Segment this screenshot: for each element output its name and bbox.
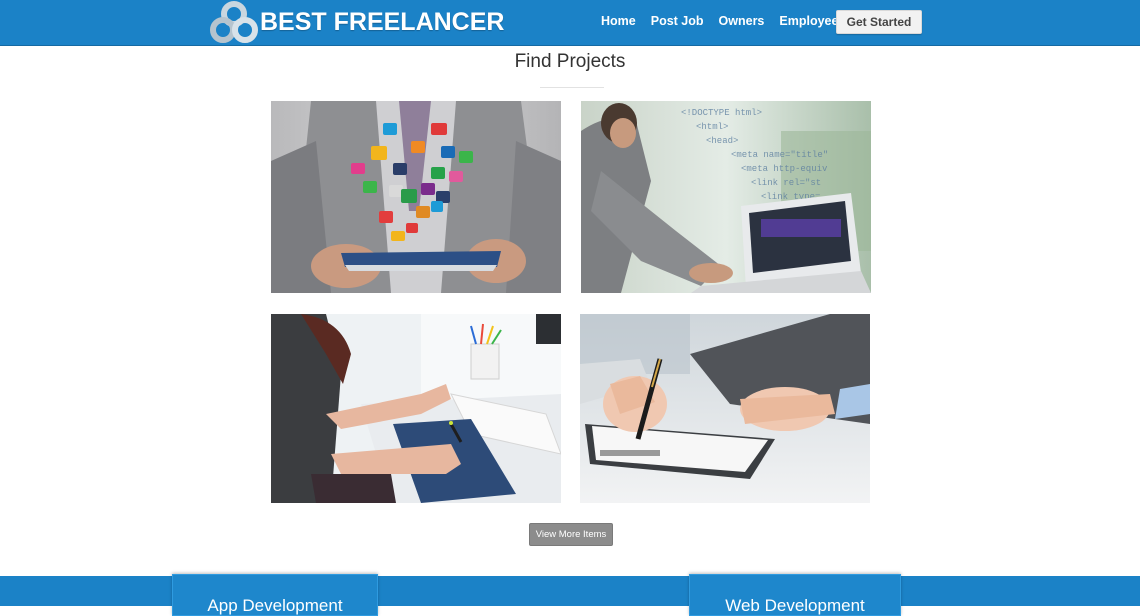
woman-drawing-tablet-photo <box>271 314 561 503</box>
triple-ring-logo-icon <box>210 0 258 43</box>
project-tile-3[interactable] <box>271 314 561 503</box>
top-navbar: BEST FREELANCER Home Post Job Owners Emp… <box>0 0 1140 46</box>
project-tile-1[interactable] <box>271 101 561 293</box>
project-tile-4[interactable] <box>580 314 870 503</box>
svg-text:<!DOCTYPE html>: <!DOCTYPE html> <box>681 108 762 118</box>
svg-text:<meta name="title": <meta name="title" <box>731 150 828 160</box>
app-development-card[interactable]: App Development <box>172 574 378 616</box>
main-nav: Home Post Job Owners Employees <box>601 0 845 42</box>
view-more-items-button[interactable]: View More Items <box>529 523 613 546</box>
man-laptop-html-code-photo: <!DOCTYPE html> <html> <head> <meta name… <box>581 101 871 293</box>
title-divider <box>540 87 604 88</box>
project-tile-2[interactable]: <!DOCTYPE html> <html> <head> <meta name… <box>581 101 871 293</box>
web-development-card[interactable]: Web Development <box>689 574 901 616</box>
svg-text:<link rel="st: <link rel="st <box>751 178 821 188</box>
nav-owners-link[interactable]: Owners <box>719 14 765 28</box>
hand-signing-clipboard-photo <box>580 314 870 503</box>
brand-name: BEST FREELANCER <box>260 8 505 36</box>
get-started-button[interactable]: Get Started <box>836 10 922 34</box>
brand-logo[interactable]: BEST FREELANCER <box>208 0 504 45</box>
svg-text:<head>: <head> <box>706 136 738 146</box>
nav-post-job-link[interactable]: Post Job <box>651 14 704 28</box>
businessman-tablet-app-icons-photo <box>271 101 561 293</box>
nav-home-link[interactable]: Home <box>601 14 636 28</box>
svg-text:<html>: <html> <box>696 122 728 132</box>
svg-text:<meta http-equiv: <meta http-equiv <box>741 164 828 174</box>
services-band <box>0 576 1140 606</box>
section-title: Find Projects <box>514 51 626 72</box>
